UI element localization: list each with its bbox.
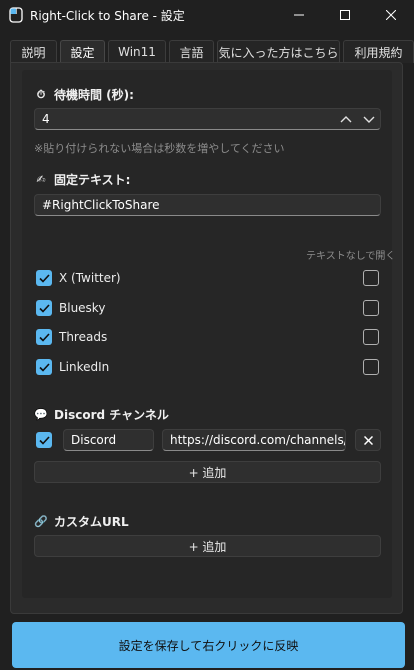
- save-settings-button[interactable]: 設定を保存して右クリックに反映: [12, 622, 405, 668]
- close-window-button[interactable]: [368, 0, 414, 30]
- chevron-up-icon[interactable]: [340, 115, 352, 123]
- wait-time-spinbox[interactable]: 4: [34, 108, 381, 130]
- maximize-button[interactable]: [322, 0, 368, 30]
- tab-terms[interactable]: 利用規約: [343, 40, 414, 63]
- chevron-down-icon[interactable]: [363, 116, 375, 124]
- checkmark-icon: [38, 435, 50, 445]
- tab-language[interactable]: 言語: [169, 40, 214, 63]
- threads-label: Threads: [59, 330, 108, 344]
- bluesky-label: Bluesky: [59, 301, 106, 315]
- maximize-icon: [340, 10, 350, 20]
- window-title: Right-Click to Share - 設定: [30, 9, 185, 23]
- close-icon: [386, 10, 396, 20]
- tab-settings[interactable]: 設定: [60, 40, 105, 63]
- x-twitter-label: X (Twitter): [59, 271, 121, 285]
- linkedin-checkbox[interactable]: [36, 359, 52, 375]
- tab-description[interactable]: 説明: [10, 40, 57, 63]
- discord-channel-checkbox[interactable]: [36, 432, 52, 448]
- discord-channel-name-input[interactable]: Discord: [63, 429, 154, 451]
- minimize-button[interactable]: [276, 0, 322, 30]
- checkmark-icon: [38, 303, 50, 313]
- checkmark-icon: [38, 273, 50, 283]
- stopwatch-icon: ⏱: [36, 87, 46, 101]
- wait-time-label: ⏱ 待機時間 (秒):: [34, 86, 134, 103]
- bluesky-checkbox[interactable]: [36, 300, 52, 316]
- wait-time-hint: ※貼り付けられない場合は秒数を増やしてください: [34, 142, 285, 155]
- threads-no-text-checkbox[interactable]: [363, 329, 379, 345]
- custom-url-label: 🔗 カスタムURL: [34, 515, 129, 529]
- fixed-text-input[interactable]: #RightClickToShare: [34, 194, 381, 216]
- link-icon: 🔗: [34, 515, 48, 528]
- speech-bubble-icon: 💬: [34, 408, 48, 421]
- add-custom-url-button[interactable]: + 追加: [34, 535, 381, 557]
- linkedin-no-text-checkbox[interactable]: [363, 359, 379, 375]
- bluesky-no-text-checkbox[interactable]: [363, 300, 379, 316]
- tab-support[interactable]: 気に入った方はこちら: [217, 40, 340, 63]
- x-twitter-no-text-checkbox[interactable]: [363, 270, 379, 286]
- title-bar: Right-Click to Share - 設定: [0, 0, 414, 30]
- no-text-column-header: テキストなしで開く: [306, 251, 396, 262]
- close-icon: [363, 435, 373, 445]
- threads-checkbox[interactable]: [36, 329, 52, 345]
- minimize-icon: [294, 14, 304, 16]
- discord-channel-label: 💬 Discord チャンネル: [34, 408, 169, 422]
- checkmark-icon: [38, 362, 50, 372]
- x-twitter-checkbox[interactable]: [36, 270, 52, 286]
- tab-win11[interactable]: Win11: [108, 40, 166, 63]
- remove-discord-channel-button[interactable]: [355, 429, 381, 451]
- add-discord-channel-button[interactable]: + 追加: [34, 461, 381, 483]
- app-icon: [9, 7, 23, 23]
- fixed-text-label: ✍ 固定テキスト:: [34, 171, 130, 188]
- checkmark-icon: [38, 332, 50, 342]
- linkedin-label: LinkedIn: [59, 360, 110, 374]
- discord-channel-url-input[interactable]: https://discord.com/channels/952: [162, 429, 346, 451]
- writing-hand-icon: ✍: [36, 173, 46, 186]
